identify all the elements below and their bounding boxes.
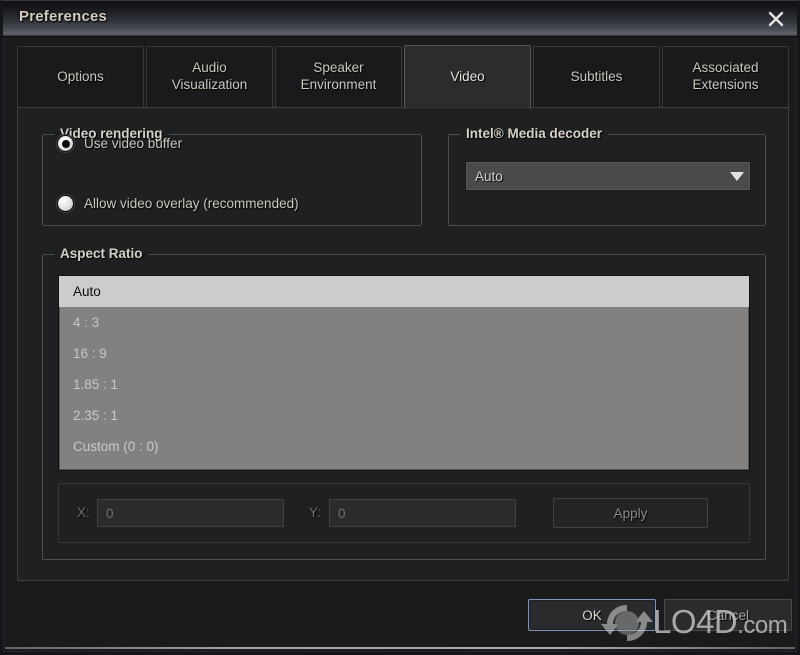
tab-label: Subtitles — [570, 68, 623, 84]
ok-button[interactable]: OK — [528, 599, 656, 631]
custom-aspect-row: X: Y: Apply — [58, 483, 750, 543]
close-icon[interactable] — [763, 6, 789, 32]
preferences-dialog: Preferences Options Audio Visualization S… — [0, 0, 800, 655]
radio-label: Use video buffer — [84, 136, 183, 151]
tab-label: Associated Extensions — [692, 60, 759, 92]
decoder-selected-value: Auto — [475, 168, 503, 184]
list-item[interactable]: Custom (0 : 0) — [59, 431, 749, 462]
window-title: Preferences — [19, 8, 108, 25]
tab-audio-visualization[interactable]: Audio Visualization — [146, 46, 273, 108]
aspect-ratio-list[interactable]: Auto 4 : 3 16 : 9 1.85 : 1 2.35 : 1 Cust… — [58, 275, 750, 471]
tab-strip: Options Audio Visualization Speaker Enviro… — [17, 45, 789, 109]
radio-label: Allow video overlay (recommended) — [84, 196, 299, 211]
chevron-down-icon — [724, 171, 750, 181]
list-item[interactable]: Auto — [59, 276, 749, 307]
y-input[interactable] — [329, 499, 516, 527]
tab-label: Speaker Environment — [300, 60, 377, 92]
list-item[interactable]: 2.35 : 1 — [59, 400, 749, 431]
tab-label: Audio Visualization — [171, 60, 248, 92]
list-item[interactable]: 4 : 3 — [59, 307, 749, 338]
list-item[interactable]: 16 : 9 — [59, 338, 749, 369]
aspect-ratio-title: Aspect Ratio — [54, 246, 149, 261]
tab-video[interactable]: Video — [404, 45, 531, 109]
apply-button[interactable]: Apply — [553, 498, 708, 528]
radio-indicator-icon — [57, 135, 74, 152]
radio-allow-video-overlay[interactable]: Allow video overlay (recommended) — [57, 195, 299, 212]
tab-associated-extensions[interactable]: Associated Extensions — [662, 46, 789, 108]
y-label: Y: — [309, 505, 322, 520]
tab-speaker-environment[interactable]: Speaker Environment — [275, 46, 402, 108]
x-label: X: — [77, 505, 90, 520]
intel-media-decoder-group: Intel® Media decoder Auto — [448, 126, 766, 226]
tab-label: Video — [450, 68, 485, 84]
tab-options[interactable]: Options — [17, 46, 144, 108]
x-input[interactable] — [97, 499, 284, 527]
radio-indicator-icon — [57, 195, 74, 212]
title-bar: Preferences — [3, 1, 797, 37]
list-item[interactable]: 1.85 : 1 — [59, 369, 749, 400]
video-settings-panel: Video rendering Allow video overlay (rec… — [17, 107, 789, 581]
radio-use-video-buffer[interactable]: Use video buffer — [57, 135, 182, 152]
tab-label: Options — [57, 68, 104, 84]
aspect-ratio-group: Aspect Ratio Auto 4 : 3 16 : 9 1.85 : 1 … — [42, 246, 766, 560]
video-rendering-group: Video rendering Allow video overlay (rec… — [42, 126, 422, 226]
intel-media-decoder-title: Intel® Media decoder — [460, 126, 608, 141]
tab-subtitles[interactable]: Subtitles — [533, 46, 660, 108]
cancel-button[interactable]: Cancel — [664, 599, 792, 631]
decoder-select[interactable]: Auto — [465, 161, 751, 191]
